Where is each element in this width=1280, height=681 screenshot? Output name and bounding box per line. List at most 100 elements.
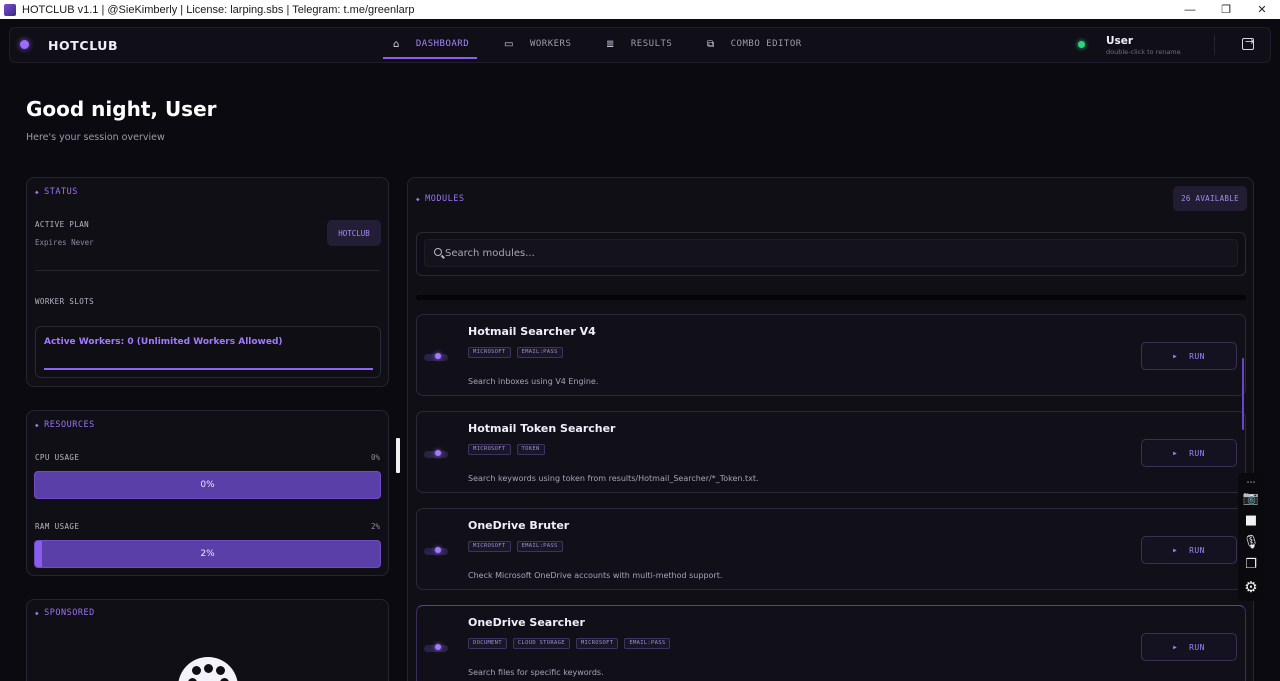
plan-badge: HOTCLUB (327, 220, 381, 246)
module-card: Hotmail Token Searcher MICROSOFT TOKEN S… (416, 411, 1246, 493)
windows-icon[interactable]: ❐ (1243, 556, 1259, 572)
tab-combo-editor[interactable]: ⧉ COMBO EDITOR (707, 28, 802, 60)
module-name: OneDrive Bruter (468, 519, 570, 532)
module-tags: MICROSOFT TOKEN (468, 444, 545, 455)
module-tag: MICROSOFT (468, 541, 511, 552)
module-tag: MICROSOFT (575, 638, 619, 649)
module-tag: CLOUD STORAGE (512, 638, 570, 649)
link-more-icon[interactable]: ⋯ (1243, 475, 1259, 491)
ram-usage-fill (35, 541, 42, 567)
module-description: Search inboxes using V4 Engine. (468, 377, 599, 386)
top-navigation: HOTCLUB ⌂ DASHBOARD ▭ WORKERS ≣ RESULTS … (9, 27, 1271, 63)
module-card: Hotmail Searcher V4 MICROSOFT EMAIL:PASS… (416, 314, 1246, 396)
module-tag: DOCUMENT (468, 638, 507, 649)
column-resize-handle[interactable] (396, 438, 400, 473)
resources-title: ◆ RESOURCES (35, 420, 95, 430)
module-description: Search keywords using token from results… (468, 474, 759, 483)
active-workers-text: Active Workers: 0 (Unlimited Workers All… (44, 337, 283, 347)
window-title: HOTCLUB v1.1 | @SieKimberly | License: l… (22, 3, 415, 16)
sponsor-logo[interactable] (178, 657, 238, 681)
module-card: OneDrive Bruter MICROSOFT EMAIL:PASS Che… (416, 508, 1246, 590)
diamond-icon: ◆ (35, 189, 40, 196)
maximize-button[interactable]: ❐ (1208, 0, 1244, 19)
module-tags: MICROSOFT EMAIL:PASS (468, 347, 563, 358)
ram-usage-label: RAM USAGE (35, 522, 80, 531)
worker-slots-box: Active Workers: 0 (Unlimited Workers All… (35, 326, 381, 378)
module-name: OneDrive Searcher (468, 616, 585, 629)
run-button[interactable]: ▶ RUN (1141, 439, 1237, 467)
minimize-button[interactable]: — (1172, 0, 1208, 19)
copy-icon: ⧉ (707, 38, 715, 50)
user-name[interactable]: User (1106, 35, 1133, 47)
module-tag: MICROSOFT (468, 444, 511, 455)
active-plan-label: ACTIVE PLAN (35, 220, 90, 229)
nav-divider (1214, 35, 1215, 55)
brand-logo-dot (20, 40, 29, 49)
worker-slots-bar (44, 368, 373, 370)
toggle-knob (435, 644, 441, 650)
close-button[interactable]: ✕ (1244, 0, 1280, 19)
status-divider (35, 270, 380, 271)
microphone-icon[interactable]: 🎙 (1243, 534, 1260, 550)
logout-icon[interactable] (1242, 35, 1254, 50)
run-button[interactable]: ▶ RUN (1141, 633, 1237, 661)
modules-available-badge: 26 AVAILABLE (1173, 186, 1247, 211)
module-search-box (416, 232, 1246, 276)
tab-workers[interactable]: ▭ WORKERS (504, 28, 571, 60)
settings-icon[interactable]: ⚙ (1243, 578, 1259, 596)
module-toggle[interactable] (424, 450, 448, 458)
list-icon: ≣ (606, 38, 615, 50)
run-button[interactable]: ▶ RUN (1141, 342, 1237, 370)
cpu-usage-bar-label: 0% (200, 480, 215, 490)
module-filter-strip (416, 295, 1246, 300)
cpu-usage-label: CPU USAGE (35, 453, 80, 462)
diamond-icon: ◆ (35, 422, 40, 429)
ram-usage-bar: 2% (34, 540, 381, 568)
sponsored-title: ◆ SPONSORED (35, 608, 95, 618)
module-tags: DOCUMENT CLOUD STORAGE MICROSOFT EMAIL:P… (468, 638, 671, 649)
page-subtitle: Here's your session overview (26, 132, 165, 143)
camera-icon[interactable]: 📷 (1243, 490, 1259, 506)
play-icon: ▶ (1173, 643, 1178, 651)
module-toggle[interactable] (424, 644, 448, 652)
window-titlebar: HOTCLUB v1.1 | @SieKimberly | License: l… (0, 0, 1280, 19)
module-tag: TOKEN (516, 444, 545, 455)
window-controls: — ❐ ✕ (1172, 0, 1280, 19)
modules-scrollbar[interactable] (1242, 358, 1244, 430)
cpu-usage-value: 0% (370, 453, 380, 462)
module-description: Search files for specific keywords. (468, 668, 604, 677)
active-tab-indicator (383, 57, 477, 59)
tab-dashboard[interactable]: ⌂ DASHBOARD (393, 28, 469, 60)
search-icon (434, 248, 442, 256)
play-icon: ▶ (1173, 546, 1178, 554)
module-search-field[interactable] (424, 239, 1238, 267)
video-icon[interactable]: ■ (1243, 512, 1259, 528)
status-title: ◆ STATUS (35, 187, 78, 197)
ram-usage-value: 2% (370, 522, 380, 531)
run-button[interactable]: ▶ RUN (1141, 536, 1237, 564)
module-tag: EMAIL:PASS (516, 347, 563, 358)
module-toggle[interactable] (424, 353, 448, 361)
user-rename-hint: double-click to rename (1106, 48, 1181, 56)
sponsored-card: ◆ SPONSORED (26, 599, 389, 681)
diamond-icon: ◆ (416, 196, 421, 203)
home-icon: ⌂ (393, 38, 400, 50)
app-icon (4, 3, 16, 16)
diamond-icon: ◆ (35, 610, 40, 617)
tab-results[interactable]: ≣ RESULTS (606, 28, 672, 60)
online-status-dot (1078, 41, 1085, 48)
worker-slots-label: WORKER SLOTS (35, 297, 94, 306)
module-tag: EMAIL:PASS (516, 541, 563, 552)
resources-card: ◆ RESOURCES CPU USAGE 0% 0% RAM USAGE 2% … (26, 410, 389, 576)
toggle-knob (435, 450, 441, 456)
module-toggle[interactable] (424, 547, 448, 555)
module-card: OneDrive Searcher DOCUMENT CLOUD STORAGE… (416, 605, 1246, 681)
plan-expiry: Expires Never (35, 238, 94, 247)
search-input[interactable] (445, 244, 1225, 262)
modules-card: ◆MODULES 26 AVAILABLE Hotmail Searcher V… (407, 177, 1254, 681)
floating-toolbar: ⋯ 📷 ■ 🎙 ❐ ⚙ (1238, 473, 1264, 601)
cpu-usage-bar: 0% (34, 471, 381, 499)
module-tag: EMAIL:PASS (624, 638, 671, 649)
toggle-knob (435, 547, 441, 553)
module-tags: MICROSOFT EMAIL:PASS (468, 541, 563, 552)
